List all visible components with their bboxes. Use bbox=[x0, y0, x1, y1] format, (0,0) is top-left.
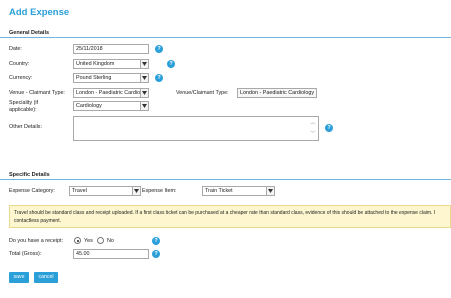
chevron-down-icon bbox=[132, 187, 140, 195]
other-details-help-icon[interactable]: ? bbox=[325, 124, 333, 132]
chevron-down-icon bbox=[266, 187, 274, 195]
chevron-down-icon bbox=[140, 74, 148, 82]
date-label: Date: bbox=[9, 46, 22, 52]
receipt-label: Do you have a receipt: bbox=[9, 238, 63, 244]
chevron-down-icon bbox=[140, 102, 148, 110]
date-input[interactable]: 25/11/2018 bbox=[73, 44, 149, 54]
save-button[interactable]: save bbox=[9, 272, 29, 283]
currency-help-icon[interactable]: ? bbox=[155, 74, 163, 82]
venue-claimant-value: London - Paediatric Cardio bbox=[76, 90, 141, 96]
date-value: 25/11/2018 bbox=[76, 46, 103, 52]
country-help-icon[interactable]: ? bbox=[167, 60, 175, 68]
chevron-down-icon bbox=[140, 89, 148, 97]
speciality-value: Cardiology bbox=[76, 103, 102, 109]
expense-item-value: Train Ticket bbox=[205, 188, 233, 194]
receipt-yes-radio[interactable] bbox=[74, 237, 81, 244]
chevron-down-icon bbox=[140, 60, 148, 68]
scroll-down-icon[interactable]: ﹀ bbox=[310, 130, 316, 137]
section-divider bbox=[0, 37, 451, 38]
receipt-no-radio[interactable] bbox=[97, 237, 104, 244]
country-select[interactable]: United Kingdom bbox=[73, 59, 149, 69]
other-details-label: Other Details: bbox=[9, 124, 42, 130]
total-gross-label: Total (Gross): bbox=[9, 251, 42, 257]
travel-policy-notice: Travel should be standard class and rece… bbox=[9, 205, 451, 228]
general-details-heading: General Details bbox=[9, 30, 50, 36]
expense-category-label: Expense Category: bbox=[9, 188, 55, 194]
currency-label: Currency: bbox=[9, 75, 33, 81]
expense-category-value: Travel bbox=[72, 188, 87, 194]
total-gross-input[interactable]: 45.00 bbox=[73, 249, 149, 259]
speciality-label-line2: applicable): bbox=[9, 107, 37, 113]
country-label: Country: bbox=[9, 61, 30, 67]
expense-item-select[interactable]: Train Ticket bbox=[202, 186, 275, 196]
specific-details-heading: Specific Details bbox=[9, 172, 50, 178]
expense-item-label: Expense Item: bbox=[142, 188, 177, 194]
venue-claimant-readonly-label: Venue/Claimant Type: bbox=[176, 90, 229, 96]
country-value: United Kingdom bbox=[76, 61, 115, 67]
total-gross-value: 45.00 bbox=[76, 251, 90, 257]
cancel-button[interactable]: cancel bbox=[34, 272, 58, 283]
date-help-icon[interactable]: ? bbox=[155, 45, 163, 53]
scroll-up-icon[interactable]: ︿ bbox=[310, 119, 316, 126]
section-divider bbox=[0, 179, 451, 180]
venue-claimant-label: Venue - Claimant Type: bbox=[9, 90, 65, 96]
speciality-label-line1: Speciality (if bbox=[9, 100, 39, 106]
receipt-no-label: No bbox=[107, 238, 114, 244]
speciality-select[interactable]: Cardiology bbox=[73, 101, 149, 111]
receipt-help-icon[interactable]: ? bbox=[152, 237, 160, 245]
other-details-textarea[interactable]: ︿ ﹀ bbox=[73, 116, 319, 141]
venue-claimant-readonly-value: London - Paediatric Cardiology bbox=[240, 90, 315, 96]
venue-claimant-select[interactable]: London - Paediatric Cardio bbox=[73, 88, 149, 98]
receipt-yes-label: Yes bbox=[84, 238, 93, 244]
currency-select[interactable]: Pound Sterling bbox=[73, 73, 149, 83]
expense-category-select[interactable]: Travel bbox=[69, 186, 141, 196]
total-help-icon[interactable]: ? bbox=[152, 250, 160, 258]
page-title: Add Expense bbox=[9, 7, 70, 18]
venue-claimant-readonly-field: London - Paediatric Cardiology bbox=[237, 88, 317, 98]
currency-value: Pound Sterling bbox=[76, 75, 112, 81]
